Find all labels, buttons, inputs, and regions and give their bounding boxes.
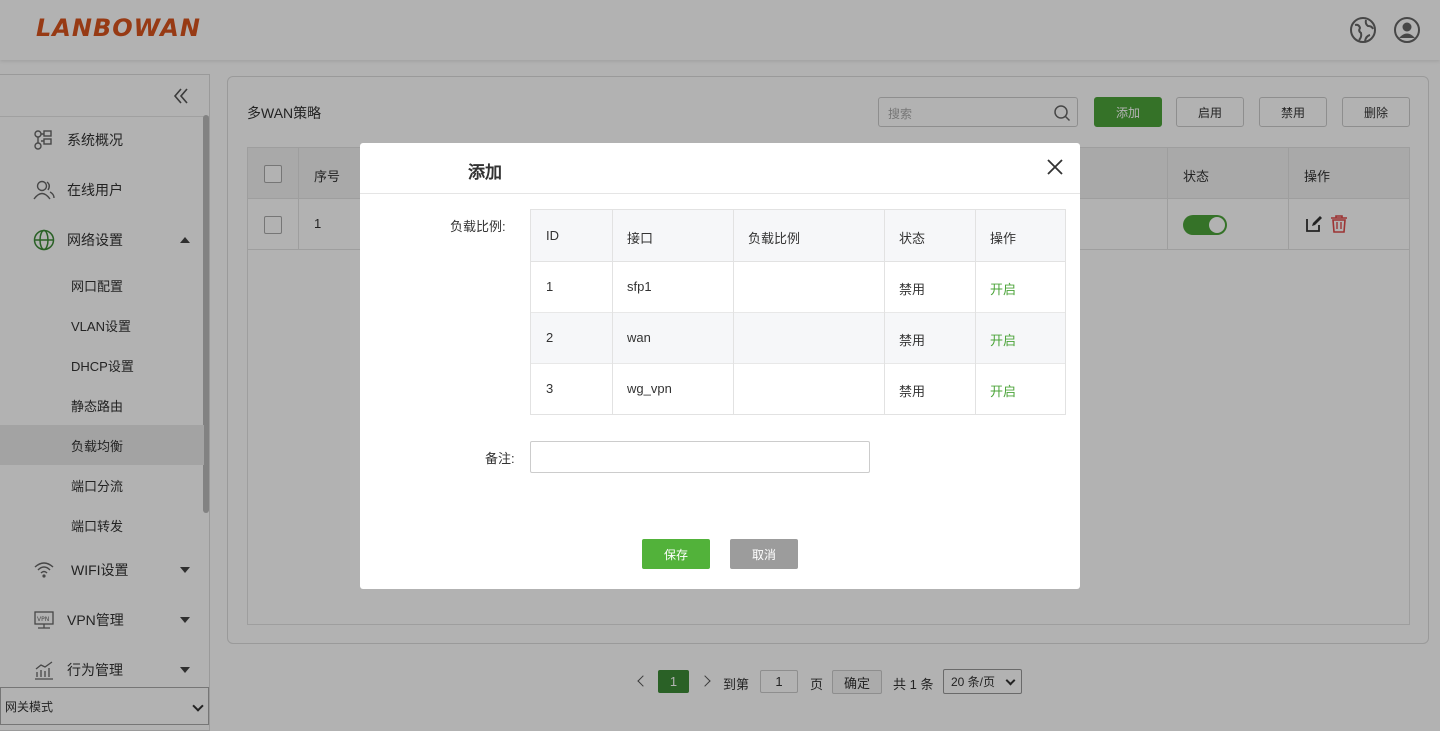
remark-label: 备注: [485, 451, 515, 466]
row-id: 3 [546, 381, 554, 396]
column-header-status: 状态 [899, 231, 926, 246]
row-id: 2 [546, 330, 554, 345]
column-header-interface: 接口 [627, 231, 654, 246]
row-status: 禁用 [899, 333, 926, 348]
row-interface: wan [627, 330, 651, 345]
row-interface: wg_vpn [627, 381, 672, 396]
column-divider [884, 210, 885, 414]
enable-link[interactable]: 开启 [990, 279, 1016, 298]
column-header-id: ID [546, 228, 559, 243]
column-divider [612, 210, 613, 414]
dialog-divider [360, 193, 1080, 194]
row-status: 禁用 [899, 384, 926, 399]
close-icon[interactable] [1046, 158, 1064, 176]
dialog-title: 添加 [468, 163, 502, 182]
remark-input[interactable] [530, 441, 870, 473]
column-header-action: 操作 [990, 231, 1017, 246]
row-id: 1 [546, 279, 554, 294]
save-button[interactable]: 保存 [642, 539, 710, 569]
row-interface: sfp1 [627, 279, 652, 294]
add-dialog: 添加 负载比例: ID 接口 负载比例 状态 操作 1 sfp1 禁用 开启 2… [360, 143, 1080, 589]
column-divider [975, 210, 976, 414]
enable-link[interactable]: 开启 [990, 330, 1016, 349]
column-header-ratio: 负载比例 [748, 231, 801, 246]
row-status: 禁用 [899, 282, 926, 297]
ratio-table: ID 接口 负载比例 状态 操作 1 sfp1 禁用 开启 2 wan 禁用 开… [530, 209, 1066, 415]
enable-link[interactable]: 开启 [990, 381, 1016, 400]
column-divider [733, 210, 734, 414]
cancel-button[interactable]: 取消 [730, 539, 798, 569]
ratio-label: 负载比例: [450, 219, 506, 234]
